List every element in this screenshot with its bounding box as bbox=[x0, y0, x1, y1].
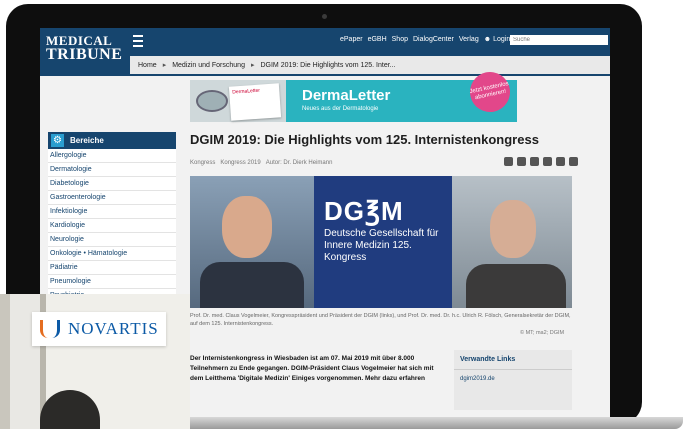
gear-icon: ⚙ bbox=[51, 134, 64, 147]
sidebar-item-allergologie[interactable]: Allergologie bbox=[48, 149, 176, 163]
webcam bbox=[322, 14, 327, 19]
dgim-logo-panel: DG℥M Deutsche Gesellschaft für Innere Me… bbox=[314, 176, 452, 308]
hero-image: DG℥M Deutsche Gesellschaft für Innere Me… bbox=[190, 176, 572, 308]
breadcrumb-section[interactable]: Medizin und Forschung bbox=[172, 62, 245, 69]
sidebar-item-diabetologie[interactable]: Diabetologie bbox=[48, 177, 176, 191]
login-link[interactable]: ☻ Login bbox=[484, 36, 511, 43]
sidebar-item-kardiologie[interactable]: Kardiologie bbox=[48, 219, 176, 233]
article-meta: Kongress Kongress 2019 Autor: Dr. Dierk … bbox=[190, 160, 332, 166]
eye-illustration-icon bbox=[196, 90, 228, 112]
sidebar-item-dermatologie[interactable]: Dermatologie bbox=[48, 163, 176, 177]
image-caption: Prof. Dr. med. Claus Vogelmeier, Kongres… bbox=[190, 313, 571, 327]
share-bar bbox=[504, 157, 578, 166]
dgim-subtitle: Deutsche Gesellschaft für Innere Medizin… bbox=[324, 228, 439, 263]
article-lead: Der Internistenkongress in Wiesbaden ist… bbox=[190, 355, 434, 382]
top-nav: ePaper eGBH Shop DialogCenter Verlag ☻ L… bbox=[340, 36, 510, 43]
image-credit: © MT; ma2; DGIM bbox=[520, 330, 565, 336]
sidebar-header: ⚙ Bereiche bbox=[48, 132, 176, 149]
related-links-title: Verwandte Links bbox=[454, 350, 572, 370]
nav-epaper[interactable]: ePaper bbox=[340, 36, 363, 43]
related-links-box: Verwandte Links dgim2019.de bbox=[454, 350, 572, 410]
site-header: MEDICAL TRIBUNE ePaper eGBH Shop DialogC… bbox=[40, 28, 610, 76]
sidebar: ⚙ Bereiche Allergologie Dermatologie Dia… bbox=[48, 132, 176, 303]
logo-line2: TRIBUNE bbox=[46, 46, 123, 63]
chevron-right-icon: ▸ bbox=[250, 62, 255, 69]
meta-author[interactable]: Autor: Dr. Dierk Heimann bbox=[266, 160, 333, 166]
facebook-icon[interactable] bbox=[517, 157, 526, 166]
email-icon[interactable] bbox=[556, 157, 565, 166]
sidebar-item-neurologie[interactable]: Neurologie bbox=[48, 233, 176, 247]
related-link-item[interactable]: dgim2019.de bbox=[454, 370, 572, 388]
nav-verlag[interactable]: Verlag bbox=[459, 36, 479, 43]
meta-tag-kongress-2019[interactable]: Kongress 2019 bbox=[220, 160, 260, 166]
nav-egbh[interactable]: eGBH bbox=[368, 36, 387, 43]
novartis-brand: NOVARTIS bbox=[68, 319, 159, 338]
site-logo[interactable]: MEDICAL TRIBUNE bbox=[46, 34, 123, 63]
novartis-logo-icon bbox=[40, 320, 60, 338]
meta-tag-kongress[interactable]: Kongress bbox=[190, 160, 215, 166]
xing-icon[interactable] bbox=[530, 157, 539, 166]
novartis-sign: NOVARTIS bbox=[32, 312, 166, 346]
laptop-base bbox=[180, 417, 683, 429]
article: DGIM 2019: Die Highlights vom 125. Inter… bbox=[190, 132, 608, 410]
sidebar-title: Bereiche bbox=[70, 136, 104, 145]
dermaletter-banner[interactable]: DermaLetter DermaLetter Neues aus der De… bbox=[190, 68, 517, 122]
sidebar-item-pneumologie[interactable]: Pneumologie bbox=[48, 275, 176, 289]
nav-dialogcenter[interactable]: DialogCenter bbox=[413, 36, 454, 43]
sidebar-item-gastroenterologie[interactable]: Gastroenterologie bbox=[48, 191, 176, 205]
banner-image: DermaLetter bbox=[190, 80, 286, 122]
nav-shop[interactable]: Shop bbox=[392, 36, 408, 43]
portrait-right bbox=[452, 176, 572, 308]
user-icon: ☻ bbox=[483, 36, 492, 43]
breadcrumb: Home ▸ Medizin und Forschung ▸ DGIM 2019… bbox=[130, 56, 610, 74]
chevron-right-icon: ▸ bbox=[162, 62, 167, 69]
hamburger-menu-icon[interactable] bbox=[133, 35, 143, 47]
newsletter-thumbnail: DermaLetter bbox=[228, 83, 282, 121]
breadcrumb-current: DGIM 2019: Die Highlights vom 125. Inter… bbox=[260, 61, 396, 69]
sidebar-item-onkologie[interactable]: Onkologie • Hämatologie bbox=[48, 247, 176, 261]
portrait-left bbox=[190, 176, 314, 308]
banner-title: DermaLetter bbox=[302, 87, 391, 104]
banner-subtitle: Neues aus der Dermatologie bbox=[302, 106, 379, 112]
dgim-logo-text: DG℥M bbox=[324, 196, 404, 226]
article-title: DGIM 2019: Die Highlights vom 125. Inter… bbox=[190, 132, 539, 147]
search-input[interactable] bbox=[510, 35, 608, 45]
linkedin-icon[interactable] bbox=[543, 157, 552, 166]
novartis-photo-overlay: NOVARTIS bbox=[0, 294, 190, 429]
sidebar-item-infektiologie[interactable]: Infektiologie bbox=[48, 205, 176, 219]
twitter-icon[interactable] bbox=[504, 157, 513, 166]
print-icon[interactable] bbox=[569, 157, 578, 166]
breadcrumb-home[interactable]: Home bbox=[138, 62, 157, 69]
login-label: Login bbox=[493, 36, 511, 43]
sidebar-item-paediatrie[interactable]: Pädiatrie bbox=[48, 261, 176, 275]
